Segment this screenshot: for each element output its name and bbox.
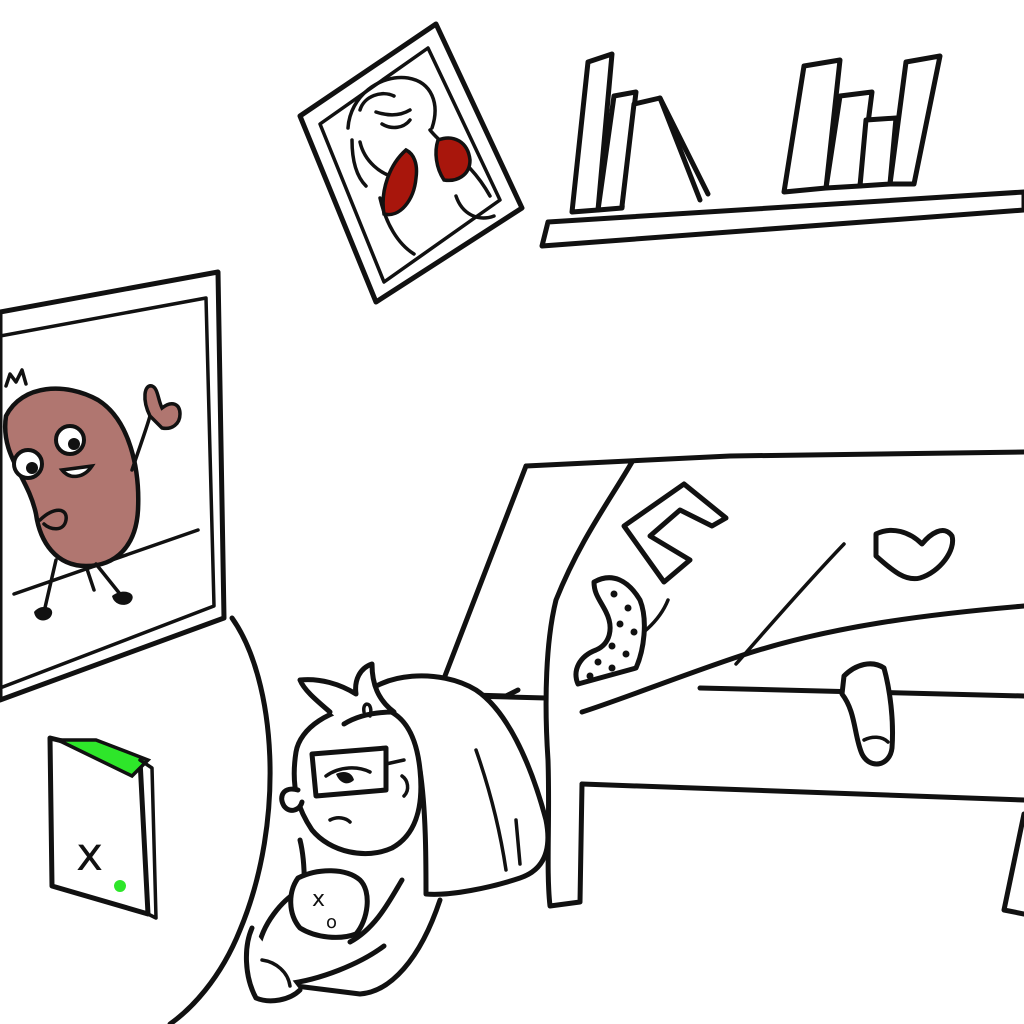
books-right [781,53,943,195]
console-power-light [114,880,126,892]
polka-dot-shorts [573,575,647,687]
game-controller: x o [288,868,370,940]
wall-poster [297,21,525,305]
hanging-sock [839,661,896,767]
underwear [621,481,729,585]
game-console: x [47,735,158,920]
controller-button-x: x [312,887,325,912]
clothes-on-bed [573,481,956,767]
bookshelf [539,51,1024,249]
girl-gamer: x o [243,661,551,1004]
controller-button-o: o [326,912,337,933]
sock-on-bed [873,527,956,582]
glasses [309,745,389,799]
books-left [569,51,711,215]
cartoon-scene: x x o [0,21,1024,1024]
console-logo: x [76,827,103,881]
